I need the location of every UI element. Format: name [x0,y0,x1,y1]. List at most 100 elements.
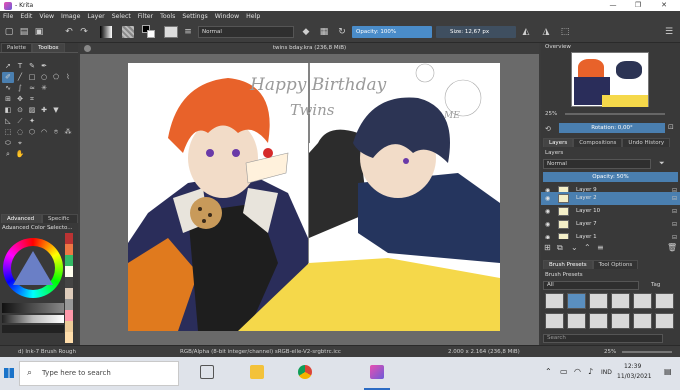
document-tab[interactable]: twins bday.kra (236,8 MiB) [80,43,539,54]
rectangle-tool-icon[interactable]: □ [26,72,38,83]
redo-icon[interactable]: ↷ [78,26,90,38]
gradient-tool-icon[interactable]: ◧ [2,105,14,116]
close-button[interactable]: ✕ [653,0,675,11]
freehand-brush-icon[interactable]: ✐ [2,72,14,83]
color-triangle[interactable] [13,251,53,285]
brush-preset[interactable] [633,313,652,329]
contiguous-select-icon[interactable]: ⌾ [50,127,62,138]
minimize-button[interactable]: — [602,0,624,11]
color-history-strip[interactable] [65,233,73,343]
notifications-icon[interactable]: ▤ [664,367,672,376]
undo-icon[interactable]: ↶ [63,26,75,38]
similar-select-icon[interactable]: ⁂ [62,127,74,138]
language-indicator[interactable]: IND [601,369,612,376]
add-layer-icon[interactable]: ⊞ [544,243,551,252]
size-slider[interactable]: Size: 12,67 px [436,26,516,38]
menu-file[interactable]: File [3,13,13,20]
open-document-icon[interactable]: ▤ [18,26,30,38]
tab-compositions[interactable]: Compositions [573,138,623,147]
task-view-icon[interactable] [200,365,214,379]
blend-mode-dropdown[interactable]: Normal [198,26,294,38]
menu-layer[interactable]: Layer [87,13,104,20]
delete-layer-icon[interactable]: 🗑 [667,243,677,252]
brush-preset[interactable] [545,293,564,309]
duplicate-layer-icon[interactable]: ⧉ [557,243,563,253]
lock-icon[interactable]: ⊟ [672,184,677,192]
pattern-swatch[interactable] [122,26,134,38]
ellipse-select-icon[interactable]: ◌ [14,127,26,138]
brush-preset[interactable] [567,313,586,329]
magnetic-select-icon[interactable]: ⌖ [14,138,26,149]
tab-specific-color[interactable]: Specific ... [41,214,78,231]
windows-start-icon[interactable] [4,368,14,378]
lock-icon[interactable]: ⊟ [672,205,677,218]
menu-edit[interactable]: Edit [20,13,32,20]
brush-preset-icon[interactable] [164,26,178,38]
brush-tag-filter[interactable]: All [543,281,639,290]
reload-preset-icon[interactable]: ↻ [336,26,348,38]
menu-image[interactable]: Image [61,13,80,20]
background-color-swatch[interactable] [147,30,155,38]
overview-zoom-slider[interactable] [565,113,665,115]
assistant-tool-icon[interactable]: ◺ [2,116,14,127]
brush-preset[interactable] [655,293,674,309]
move-layer-down-icon[interactable]: ⌄ [571,243,578,252]
system-tray-chevron-icon[interactable]: ⌃ [545,367,552,376]
network-icon[interactable]: ◠ [574,367,581,376]
select-shapes-icon[interactable]: ➚ [2,61,14,72]
brush-preset[interactable] [655,313,674,329]
rect-select-icon[interactable]: ⬚ [2,127,14,138]
lightness-slider[interactable] [2,315,64,323]
saturation-slider[interactable] [2,325,64,333]
layer-filter-icon[interactable]: ⏷ [659,159,665,168]
transform-tool-icon[interactable]: ⊞ [2,94,14,105]
reference-tool-icon[interactable]: ✦ [26,116,38,127]
layer-opacity-slider[interactable]: Opacity: 50% [543,172,678,182]
polygon-select-icon[interactable]: ⬡ [26,127,38,138]
toolbar-menu-icon[interactable]: ☰ [663,26,675,38]
color-picker-icon[interactable]: ⊙ [14,105,26,116]
mirror-horizontal-icon[interactable]: ◭ [520,26,532,38]
polygon-tool-icon[interactable]: ⬠ [50,72,62,83]
layer-row-selected[interactable]: ◉ Layer 2 ⊟ [541,192,680,205]
crop-tool-icon[interactable]: ⌗ [26,94,38,105]
tab-tool-options[interactable]: Tool Options [592,260,639,269]
rotate-icon[interactable]: ⟲ [545,125,551,133]
layer-row[interactable]: ◉ Layer 9 ⊟ [541,184,680,192]
wrap-around-icon[interactable]: ⬚ [559,26,571,38]
reset-rotation-icon[interactable]: ⊡ [668,123,678,133]
layer-properties-icon[interactable]: ≡ [597,243,604,252]
gradient-swatch[interactable] [100,26,112,38]
zoom-tool-icon[interactable]: ⌕ [2,149,14,160]
menu-window[interactable]: Window [215,13,239,20]
smart-patch-icon[interactable]: ✚ [38,105,50,116]
menu-view[interactable]: View [39,13,54,20]
taskbar-time[interactable]: 12:39 [624,363,641,370]
menu-tools[interactable]: Tools [160,13,175,20]
layer-row[interactable]: ◉ Layer 7 ⊟ [541,218,680,231]
line-tool-icon[interactable]: ╱ [14,72,26,83]
document-close-icon[interactable] [84,45,91,52]
preserve-alpha-icon[interactable]: ▦ [318,26,330,38]
freehand-select-icon[interactable]: ◠ [38,127,50,138]
freehand-path-icon[interactable]: ∫ [14,83,26,94]
measure-tool-icon[interactable]: ⟋ [14,116,26,127]
tab-advanced-color[interactable]: Advanced ... [1,214,42,231]
file-explorer-icon[interactable] [250,365,264,379]
tab-layers[interactable]: Layers [543,138,574,147]
overview-thumbnail[interactable] [571,52,649,107]
eye-icon[interactable]: ◉ [545,231,550,239]
new-document-icon[interactable]: ▢ [3,26,15,38]
menu-filter[interactable]: Filter [138,13,153,20]
layer-blend-mode-dropdown[interactable]: Normal [543,159,651,169]
brush-preset[interactable] [589,293,608,309]
brush-settings-icon[interactable]: ≡ [182,26,194,38]
ellipse-tool-icon[interactable]: ○ [38,72,50,83]
tab-brush-presets[interactable]: Brush Presets [543,260,593,269]
eye-icon[interactable]: ◉ [545,192,550,205]
bezier-select-icon[interactable]: ⬭ [2,138,14,149]
text-tool-icon[interactable]: T [14,61,26,72]
eye-icon[interactable]: ◉ [545,205,550,218]
eye-icon[interactable]: ◉ [545,218,550,231]
brush-search-input[interactable]: Search [543,334,663,343]
